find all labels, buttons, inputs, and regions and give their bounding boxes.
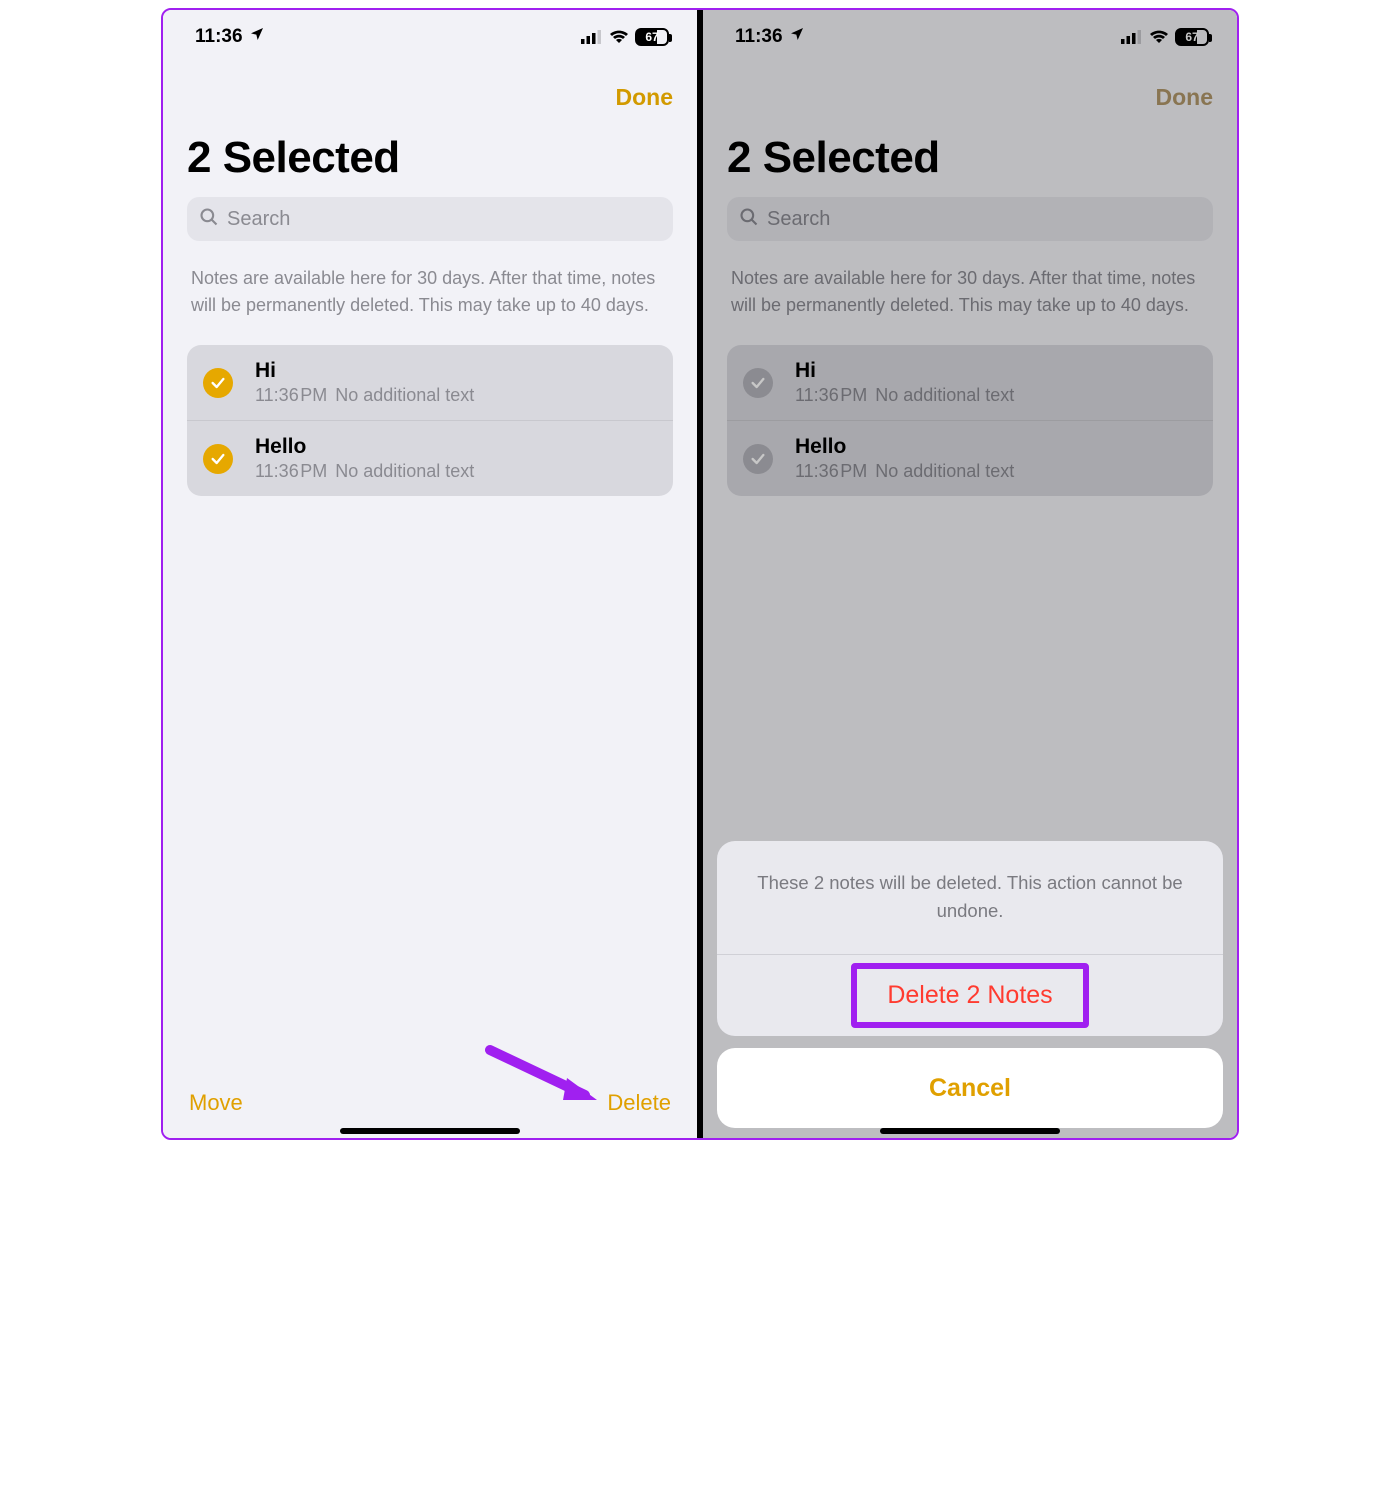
note-row[interactable]: Hi 11:36 PMNo additional text — [187, 345, 673, 420]
search-icon — [199, 207, 219, 232]
sheet-message: These 2 notes will be deleted. This acti… — [717, 841, 1223, 954]
home-indicator — [340, 1128, 520, 1134]
note-row[interactable]: Hello 11:36 PMNo additional text — [187, 420, 673, 496]
search-input[interactable] — [227, 208, 661, 231]
location-icon — [249, 26, 265, 47]
battery-pct: 67 — [645, 30, 658, 44]
done-button[interactable]: Done — [616, 84, 674, 111]
status-bar: 11:36 67 — [163, 10, 697, 64]
nav-header: Done — [163, 64, 697, 119]
move-button[interactable]: Move — [189, 1090, 243, 1116]
annotation-highlight: Delete 2 Notes — [851, 963, 1088, 1028]
phone-left: 11:36 67 Done 2 Selected — [163, 10, 700, 1140]
page-title: 2 Selected — [163, 119, 697, 191]
search-field[interactable] — [187, 197, 673, 241]
note-subtitle: 11:36 PMNo additional text — [255, 385, 474, 406]
action-sheet: These 2 notes will be deleted. This acti… — [717, 841, 1223, 1128]
delete-notes-button[interactable]: Delete 2 Notes — [887, 981, 1052, 1010]
status-time: 11:36 — [195, 26, 243, 48]
delete-button[interactable]: Delete — [607, 1090, 671, 1116]
wifi-icon — [609, 30, 629, 44]
checkmark-icon — [203, 368, 233, 398]
home-indicator — [880, 1128, 1060, 1134]
phone-right: 11:36 67 Done 2 Selected — [700, 10, 1237, 1140]
battery-icon: 67 — [635, 28, 669, 46]
bottom-toolbar: Move Delete — [163, 1090, 697, 1116]
notes-list: Hi 11:36 PMNo additional text Hello 11:3… — [187, 345, 673, 496]
checkmark-icon — [203, 444, 233, 474]
note-title: Hello — [255, 435, 474, 459]
cellular-icon — [581, 30, 603, 44]
note-subtitle: 11:36 PMNo additional text — [255, 461, 474, 482]
note-title: Hi — [255, 359, 474, 383]
cancel-button[interactable]: Cancel — [929, 1074, 1011, 1103]
folder-info-text: Notes are available here for 30 days. Af… — [163, 241, 697, 327]
